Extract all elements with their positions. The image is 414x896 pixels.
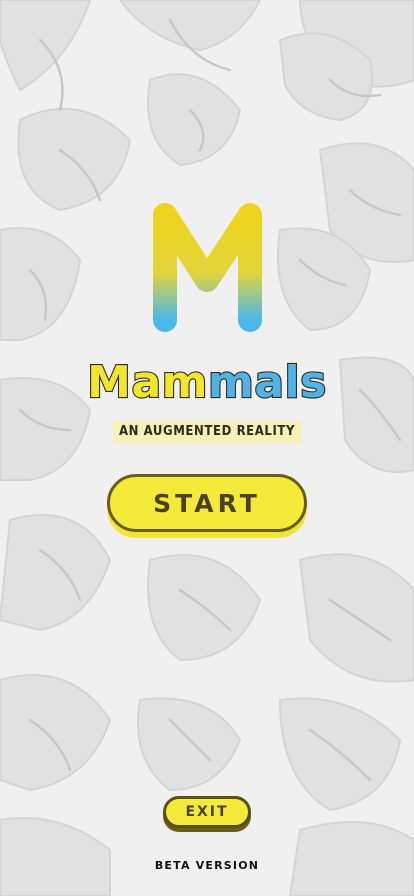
beta-version-label: BETA VERSION — [154, 859, 260, 872]
app-title-part1: Mam — [86, 356, 209, 409]
app-subtitle: AN AUGMENTED REALITY — [112, 421, 302, 443]
app-title-part2: mals — [207, 356, 328, 409]
start-button[interactable]: START — [107, 474, 307, 532]
splash-screen: Mammals AN AUGMENTED REALITY START EXIT … — [0, 0, 414, 896]
app-logo-icon — [153, 203, 262, 332]
app-title: Mammals — [0, 355, 414, 411]
exit-button[interactable]: EXIT — [163, 796, 251, 828]
